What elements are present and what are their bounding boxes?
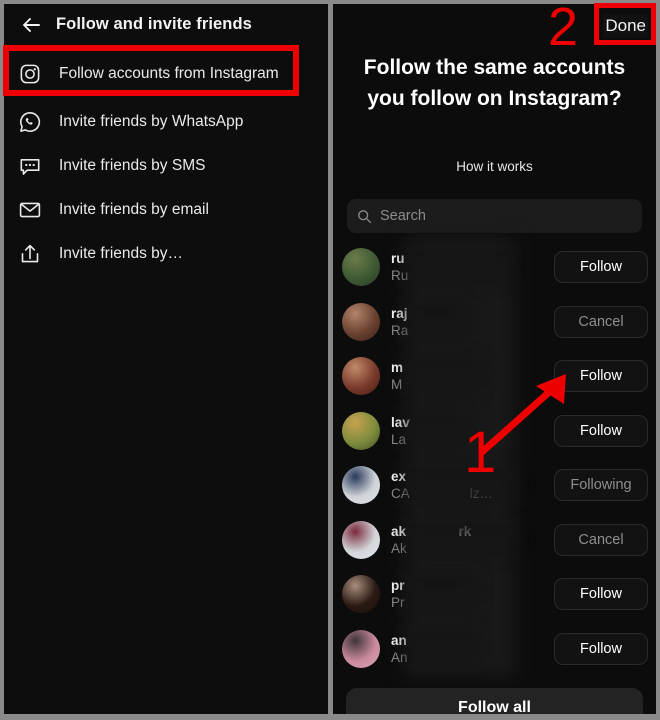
avatar[interactable]: [342, 521, 380, 559]
back-arrow-icon[interactable]: [14, 8, 48, 42]
list-item[interactable]: ru Ru Follow: [333, 240, 656, 294]
list-item[interactable]: ak rk Ak Cancel: [333, 513, 656, 567]
account-names: lav La: [391, 414, 554, 448]
share-icon: [17, 241, 43, 267]
account-fullname: An: [391, 650, 408, 665]
account-username: ru: [391, 251, 405, 266]
follow-button[interactable]: Follow: [554, 578, 648, 610]
account-username: ak rk: [391, 524, 472, 539]
search-placeholder-text: Search: [380, 208, 426, 224]
instagram-icon: [17, 61, 43, 87]
search-icon: [357, 209, 372, 224]
sidebar-item-invite-by-email[interactable]: Invite friends by email: [4, 188, 328, 232]
sidebar-item-invite-by-sms[interactable]: Invite friends by SMS: [4, 144, 328, 188]
account-fullname: M: [391, 377, 403, 392]
account-username: lav: [391, 415, 410, 430]
follow-all-button[interactable]: Follow all: [346, 688, 643, 714]
search-input[interactable]: Search: [347, 199, 642, 233]
follow-button[interactable]: Follow: [554, 633, 648, 665]
account-fullname: Ra: [391, 323, 409, 338]
follow-button[interactable]: Cancel: [554, 306, 648, 338]
avatar[interactable]: [342, 412, 380, 450]
account-username: pr: [391, 578, 405, 593]
sidebar-item-label: Invite friends by SMS: [59, 157, 206, 174]
account-names: ru Ru: [391, 250, 554, 284]
done-button[interactable]: Done: [603, 14, 648, 38]
whatsapp-icon: [17, 109, 43, 135]
list-item[interactable]: ex CA lz… Following: [333, 458, 656, 512]
account-username: ex: [391, 469, 407, 484]
avatar[interactable]: [342, 303, 380, 341]
account-username: m: [391, 360, 404, 375]
sidebar-item-label: Invite friends by email: [59, 201, 209, 218]
account-names: ak rk Ak: [391, 523, 554, 557]
avatar[interactable]: [342, 466, 380, 504]
email-icon: [17, 197, 43, 223]
follow-button[interactable]: Following: [554, 469, 648, 501]
suggested-accounts-list[interactable]: ru Ru Follow raj Ra Cancel m M Follow lav La Follow…: [333, 236, 656, 680]
left-panel-header: Follow and invite friends: [4, 4, 328, 45]
sidebar-item-invite-by-other[interactable]: Invite friends by…: [4, 232, 328, 276]
sms-icon: [17, 153, 43, 179]
list-item[interactable]: raj Ra Cancel: [333, 295, 656, 349]
avatar[interactable]: [342, 357, 380, 395]
instagram-prompt-title: Follow the same accounts you follow on I…: [363, 56, 626, 110]
follow-button[interactable]: Cancel: [554, 524, 648, 556]
how-it-works-link[interactable]: How it works: [351, 159, 638, 174]
follow-button[interactable]: Follow: [554, 415, 648, 447]
account-fullname: Ru: [391, 268, 409, 283]
follow-and-invite-panel: Follow and invite friends Follow account…: [4, 4, 328, 714]
account-fullname: La: [391, 432, 407, 447]
account-names: pr Pr: [391, 577, 554, 611]
account-names: ex CA lz…: [391, 468, 554, 502]
page-title: Follow and invite friends: [56, 15, 252, 33]
account-names: an An: [391, 632, 554, 666]
sidebar-item-label: Invite friends by WhatsApp: [59, 113, 244, 130]
avatar[interactable]: [342, 630, 380, 668]
account-fullname: Ak: [391, 541, 407, 556]
account-username: an: [391, 633, 407, 648]
avatar[interactable]: [342, 248, 380, 286]
account-fullname: Pr: [391, 595, 405, 610]
account-username: raj: [391, 306, 408, 321]
instagram-follow-panel: Done Follow the same accounts you follow…: [333, 4, 656, 714]
list-item[interactable]: pr Pr Follow: [333, 567, 656, 621]
account-names: mM: [391, 359, 554, 393]
account-fullname: CA lz…: [391, 486, 494, 501]
sidebar-item-invite-by-whatsapp[interactable]: Invite friends by WhatsApp: [4, 100, 328, 144]
follow-button[interactable]: Follow: [554, 251, 648, 283]
sidebar-item-label: Follow accounts from Instagram: [59, 65, 279, 82]
list-item[interactable]: lav La Follow: [333, 404, 656, 458]
sidebar-item-follow-accounts-from-instagram[interactable]: Follow accounts from Instagram: [4, 52, 328, 96]
avatar[interactable]: [342, 575, 380, 613]
list-item[interactable]: m M Follow: [333, 349, 656, 403]
account-names: raj Ra: [391, 305, 554, 339]
sidebar-item-label: Invite friends by…: [59, 245, 184, 262]
list-item[interactable]: an An Follow: [333, 622, 656, 676]
follow-button[interactable]: Follow: [554, 360, 648, 392]
screenshot-root: Follow and invite friends Follow account…: [0, 0, 660, 720]
